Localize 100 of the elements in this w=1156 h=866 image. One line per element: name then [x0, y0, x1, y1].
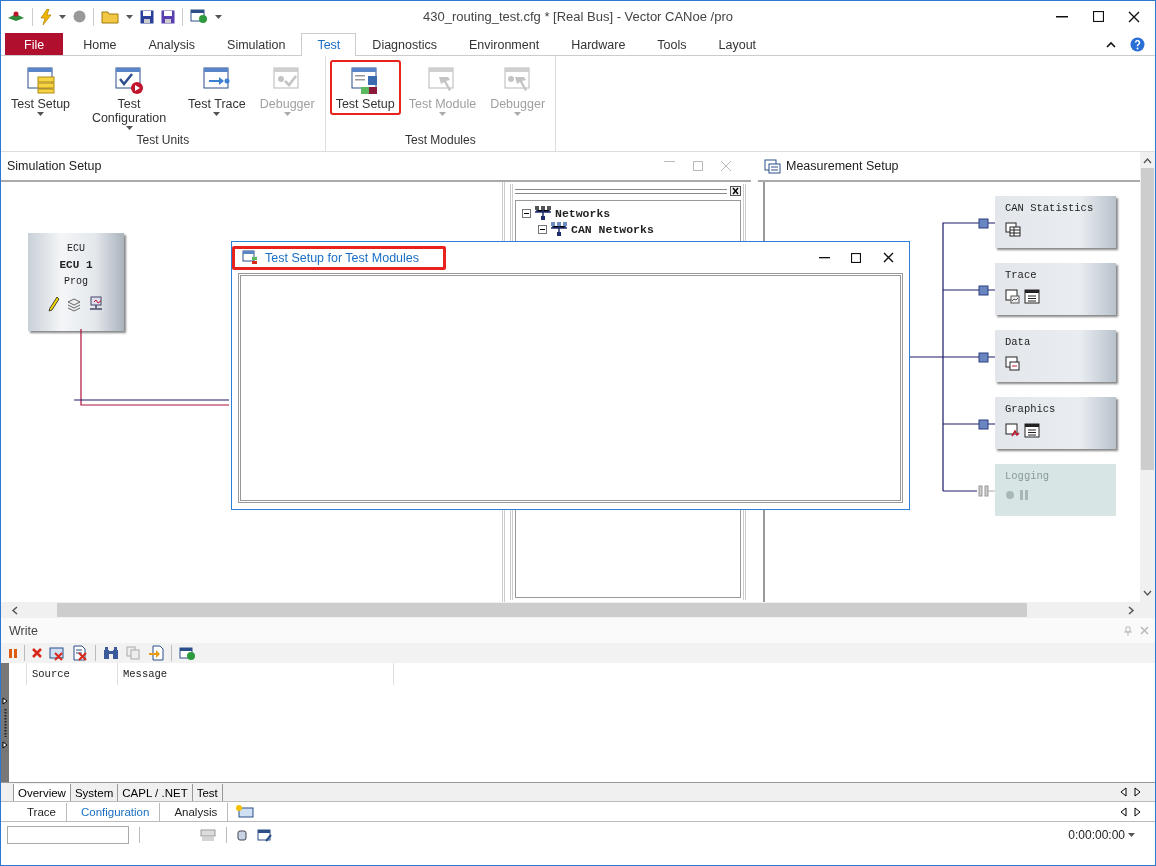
pause-icon — [1019, 490, 1029, 500]
grip-icon[interactable] — [3, 708, 7, 737]
ribbon-tab[interactable]: Analysis — [132, 33, 212, 55]
lightning-icon[interactable] — [40, 8, 52, 25]
expand-icon[interactable] — [2, 740, 8, 749]
scrollbar-thumb[interactable] — [1141, 168, 1154, 470]
tree-item[interactable]: Networks — [555, 206, 611, 220]
network-node-icon[interactable] — [88, 296, 104, 312]
dialog-title: Test Setup for Test Modules — [232, 245, 447, 270]
ribbon-tab[interactable]: Tools — [641, 33, 703, 55]
pencil-icon[interactable] — [48, 296, 60, 312]
tab-right-icon[interactable] — [1134, 787, 1141, 797]
window-globe-icon[interactable] — [190, 9, 208, 24]
ecu-mode: Prog — [64, 276, 88, 287]
stack-icon[interactable] — [66, 296, 82, 312]
network-icon — [534, 206, 552, 220]
window-tree-icon — [242, 250, 259, 265]
collapse-icon[interactable] — [538, 224, 547, 234]
file-tab[interactable]: File — [5, 33, 64, 55]
list-window-icon — [1024, 423, 1040, 438]
caret-icon — [213, 112, 221, 116]
window-check-icon — [113, 64, 146, 96]
folder-icon[interactable] — [101, 9, 119, 24]
ribbon-tab[interactable]: Diagnostics — [356, 33, 453, 55]
caret-icon — [215, 14, 222, 19]
tab-right-icon[interactable] — [1134, 806, 1141, 817]
column-header[interactable]: Source — [26, 663, 117, 685]
graph-window-icon — [1005, 423, 1020, 438]
ribbon-tab[interactable]: Environment — [453, 33, 556, 55]
close-icon[interactable] — [730, 186, 741, 196]
close-icon — [1128, 10, 1140, 23]
tree-item[interactable]: CAN Networks — [571, 222, 654, 236]
block-label: Trace — [1005, 269, 1038, 281]
database-icon[interactable] — [237, 829, 247, 841]
maximize-icon — [1092, 11, 1104, 22]
column-header[interactable]: Message — [117, 663, 394, 685]
save-as-icon[interactable] — [161, 9, 175, 24]
block-label: CAN Statistics — [1005, 202, 1095, 214]
binoculars-icon[interactable] — [103, 646, 119, 660]
caret-icon — [438, 112, 446, 116]
collapse-ribbon-icon[interactable] — [1106, 40, 1116, 48]
list-window-icon — [1024, 289, 1040, 304]
time-display: 0:00:00:00 — [1068, 828, 1125, 842]
block-label: Graphics — [1005, 403, 1057, 415]
caret-icon — [59, 14, 66, 19]
ecu-name: ECU 1 — [59, 259, 93, 271]
record-icon — [1005, 490, 1015, 500]
scroll-right-icon[interactable] — [1127, 605, 1135, 615]
clear-document-icon[interactable] — [72, 645, 88, 661]
ribbon-tab[interactable]: Hardware — [555, 33, 642, 55]
caret-icon — [283, 112, 291, 116]
status-field[interactable] — [7, 826, 129, 844]
tab-left-icon[interactable] — [1120, 787, 1127, 797]
ribbon-tab[interactable]: Test — [301, 33, 357, 56]
chart-window-icon — [1005, 289, 1020, 304]
window-tab[interactable]: Overview — [13, 784, 71, 801]
caret-icon — [1128, 833, 1135, 837]
ribbon-button[interactable]: Test Setup — [5, 60, 77, 120]
panel-title: Write — [9, 623, 38, 638]
ribbon-button[interactable]: Test Configuration — [78, 60, 181, 134]
minimize-icon — [1056, 15, 1068, 18]
table-icon — [1005, 222, 1021, 237]
collapse-icon[interactable] — [522, 208, 531, 218]
window-title: 430_routing_test.cfg * [Real Bus] - Vector CANoe /pro — [423, 9, 733, 24]
window-tree-icon — [764, 158, 781, 174]
caret-icon — [37, 112, 45, 116]
minimize-icon — [818, 256, 830, 259]
ribbon-tab[interactable]: Layout — [702, 33, 773, 55]
ribbon-tab[interactable]: Home — [67, 33, 133, 55]
new-desktop-icon[interactable] — [234, 804, 257, 819]
scroll-left-icon[interactable] — [11, 605, 19, 615]
save-icon[interactable] — [140, 9, 154, 24]
tab-left-icon[interactable] — [1120, 806, 1127, 817]
expand-icon[interactable] — [2, 696, 8, 705]
network-icon — [550, 222, 568, 236]
scroll-up-icon[interactable] — [1143, 158, 1152, 164]
caret-icon — [125, 126, 133, 130]
window-globe-icon[interactable] — [179, 645, 196, 661]
scrollbar-thumb[interactable] — [57, 603, 1027, 617]
scroll-down-icon[interactable] — [1143, 590, 1152, 596]
export-icon[interactable] — [148, 645, 164, 661]
app-logo-icon[interactable] — [7, 9, 25, 24]
help-icon[interactable] — [1130, 36, 1145, 52]
ribbon-button[interactable]: Test Setup — [329, 60, 401, 115]
close-icon — [882, 252, 894, 263]
edit-table-icon[interactable] — [257, 828, 273, 842]
clear-window-icon[interactable] — [49, 645, 65, 661]
pause-icon[interactable] — [9, 648, 17, 658]
ribbon-tab[interactable]: Simulation — [211, 33, 302, 55]
block-label: Logging — [1005, 470, 1051, 482]
maximize-icon — [851, 252, 861, 263]
ecu-type: ECU — [67, 243, 85, 254]
block-label: Data — [1005, 336, 1032, 348]
stop-icon[interactable] — [73, 10, 86, 23]
panel-title: Measurement Setup — [786, 159, 899, 173]
panel-title: Simulation Setup — [7, 159, 102, 173]
group-label: Test Units — [136, 133, 190, 147]
delete-icon[interactable] — [32, 648, 42, 658]
caret-icon — [514, 112, 522, 116]
ribbon-button[interactable]: Test Trace — [182, 60, 252, 120]
